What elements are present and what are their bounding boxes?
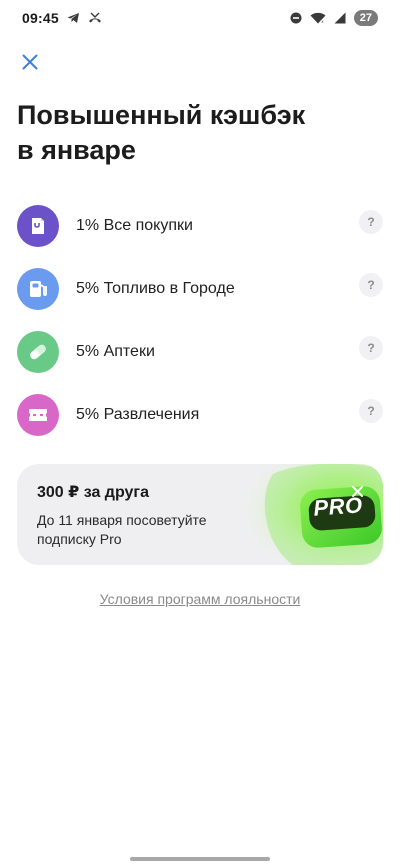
cashback-item-label: 5% Топливо в Городе (76, 279, 235, 297)
shopping-bag-icon (17, 204, 59, 247)
close-button[interactable] (16, 48, 44, 76)
loyalty-terms-link[interactable]: Условия программ лояльности (0, 591, 400, 607)
cashback-item-pharmacy[interactable]: 5% Аптеки ? (0, 320, 400, 383)
status-left: 09:45 (22, 10, 102, 26)
cashback-item-all-purchases[interactable]: 1% Все покупки ? (0, 194, 400, 257)
fuel-pump-icon (17, 267, 59, 310)
signal-icon (334, 12, 346, 24)
help-icon[interactable]: ? (359, 336, 383, 360)
pill-icon (17, 330, 59, 373)
cashback-item-label: 1% Все покупки (76, 216, 193, 234)
ticket-icon (17, 393, 59, 436)
dnd-icon (290, 12, 302, 24)
missed-call-icon (88, 12, 102, 24)
close-icon (22, 54, 38, 70)
page-title: Повышенный кэшбэк в январе (17, 98, 377, 168)
help-icon[interactable]: ? (359, 399, 383, 423)
promo-title: 300 ₽ за друга (37, 484, 149, 501)
close-icon (351, 485, 363, 497)
cashback-item-entertainment[interactable]: 5% Развлечения ? (0, 383, 400, 446)
telegram-icon (67, 12, 80, 24)
promo-description: До 11 января посоветуйте подписку Pro (37, 512, 207, 547)
status-bar: 09:45 x 27 (0, 0, 400, 36)
promo-close-button[interactable] (349, 483, 365, 499)
help-icon[interactable]: ? (359, 210, 383, 234)
battery-icon: 27 (353, 10, 378, 26)
page-title-line1: Повышенный кэшбэк (17, 100, 306, 130)
promo-banner[interactable]: PRO 300 ₽ за друга До 11 января посовету… (17, 464, 383, 565)
status-time: 09:45 (22, 10, 59, 26)
cashback-list: 1% Все покупки ? 5% Топливо в Городе ? 5… (0, 194, 400, 446)
help-icon[interactable]: ? (359, 273, 383, 297)
page-title-line2: в январе (17, 135, 136, 165)
cashback-item-label: 5% Аптеки (76, 342, 155, 360)
status-right: x 27 (290, 10, 378, 26)
wifi-icon: x (310, 12, 326, 24)
home-indicator[interactable] (130, 857, 270, 861)
promo-text: 300 ₽ за друга До 11 января посоветуйте … (37, 482, 257, 549)
cashback-item-label: 5% Развлечения (76, 405, 200, 423)
cashback-item-fuel[interactable]: 5% Топливо в Городе ? (0, 257, 400, 320)
